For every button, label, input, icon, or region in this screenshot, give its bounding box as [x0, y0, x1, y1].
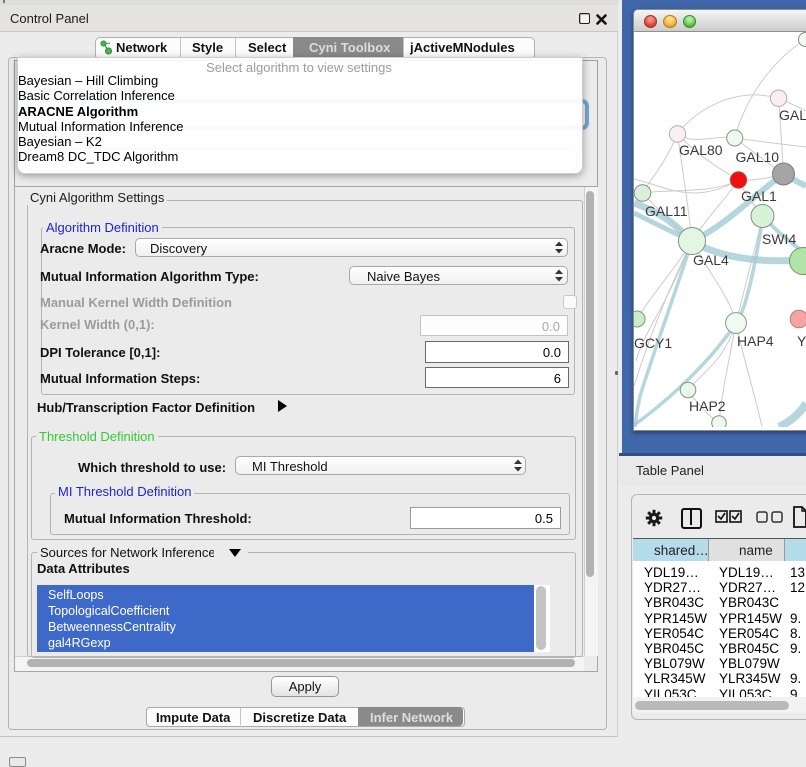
svg-text:SWI4: SWI4	[762, 231, 796, 247]
svg-text:GAL10: GAL10	[736, 149, 780, 165]
svg-text:GAL7: GAL7	[779, 107, 806, 123]
svg-text:GAL11: GAL11	[645, 203, 688, 219]
svg-text:GCY1: GCY1	[634, 335, 672, 351]
svg-text:GAL80: GAL80	[679, 142, 723, 158]
svg-text:Y: Y	[797, 333, 806, 349]
svg-text:HAP4: HAP4	[737, 333, 774, 349]
svg-text:GAL1: GAL1	[741, 188, 777, 204]
svg-text:HAP2: HAP2	[689, 398, 726, 414]
svg-text:GAL4: GAL4	[693, 252, 729, 268]
